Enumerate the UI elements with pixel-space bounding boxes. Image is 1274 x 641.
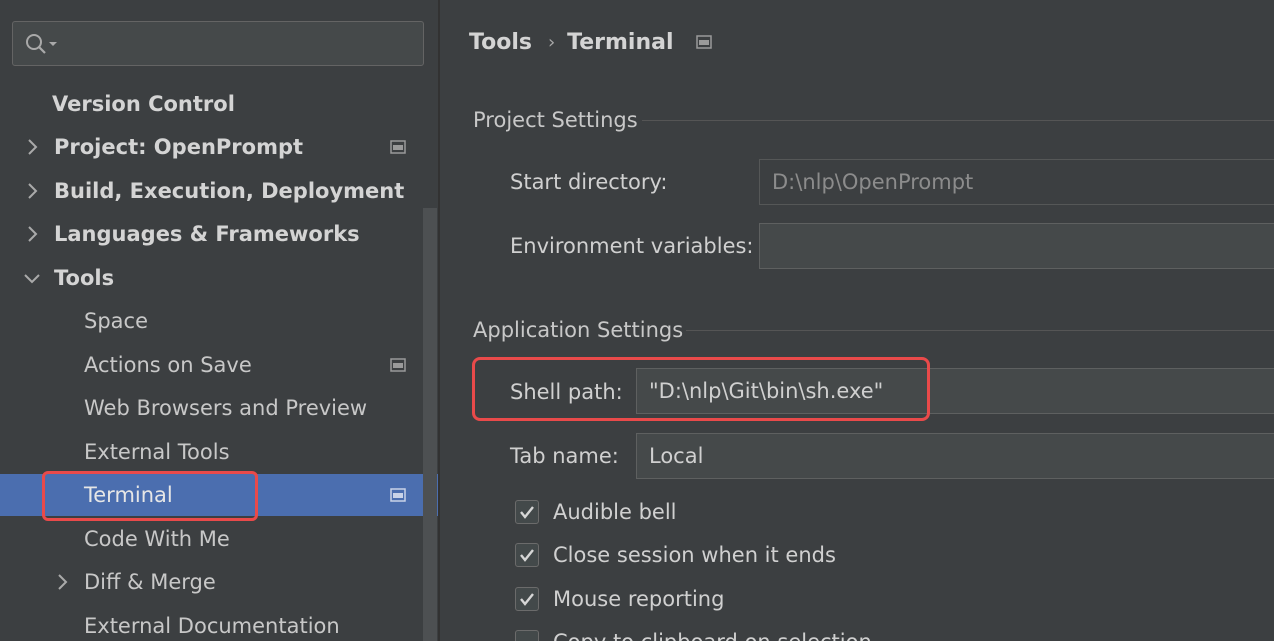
start-directory-label: Start directory: [510, 170, 668, 194]
sidebar-item-label: Version Control [52, 92, 235, 116]
sidebar-item-label: External Tools [84, 440, 230, 464]
mouse-reporting-label: Mouse reporting [553, 587, 725, 611]
section-divider [642, 120, 1274, 121]
close-session-label: Close session when it ends [553, 543, 836, 567]
project-scope-icon [390, 140, 406, 154]
shell-path-highlight-box [472, 357, 930, 421]
audible-bell-option[interactable]: Audible bell [515, 497, 677, 527]
close-session-option[interactable]: Close session when it ends [515, 540, 836, 570]
sidebar-item-label: Space [84, 309, 148, 333]
sidebar-item-label: Diff & Merge [84, 570, 216, 594]
sidebar-item-label: Actions on Save [84, 353, 252, 377]
sidebar-item-label: External Documentation [84, 614, 340, 638]
sidebar-item-project[interactable]: Project: OpenPrompt [0, 126, 438, 168]
section-divider [686, 330, 1274, 331]
sidebar-scrollbar[interactable] [423, 208, 437, 641]
sidebar-item-label: Web Browsers and Preview [84, 396, 368, 420]
chevron-right-icon[interactable] [22, 181, 42, 201]
mouse-reporting-checkbox[interactable] [515, 587, 539, 611]
sidebar-item-external-tools[interactable]: External Tools [0, 431, 438, 473]
checkmark-icon [520, 549, 534, 562]
project-scope-icon [695, 35, 712, 49]
tab-name-label: Tab name: [510, 444, 619, 468]
settings-dialog: Version Control Project: OpenPrompt Buil… [0, 0, 1274, 641]
search-input[interactable] [65, 30, 419, 60]
chevron-down-icon[interactable] [22, 268, 42, 288]
sidebar-item-label: Languages & Frameworks [54, 222, 360, 246]
environment-variables-label: Environment variables: [510, 234, 754, 258]
chevron-right-icon[interactable] [22, 137, 42, 157]
terminal-highlight-box [42, 471, 258, 521]
copy-on-selection-option[interactable]: Copy to clipboard on selection [515, 627, 872, 641]
settings-content: Tools › Terminal Project Settings Start … [440, 0, 1274, 641]
checkmark-icon [520, 506, 534, 519]
sidebar-item-tools[interactable]: Tools [0, 257, 438, 299]
sidebar-item-diff-merge[interactable]: Diff & Merge [0, 561, 438, 603]
sidebar-item-label: Code With Me [84, 527, 230, 551]
start-directory-field[interactable]: D:\nlp\OpenPrompt [759, 159, 1274, 205]
audible-bell-checkbox[interactable] [515, 500, 539, 524]
mouse-reporting-option[interactable]: Mouse reporting [515, 584, 724, 614]
sidebar-item-label: Project: OpenPrompt [54, 135, 304, 159]
tab-name-field[interactable]: Local [636, 433, 1274, 479]
project-settings-title: Project Settings [473, 108, 638, 132]
settings-sidebar: Version Control Project: OpenPrompt Buil… [0, 0, 440, 641]
close-session-checkbox[interactable] [515, 543, 539, 567]
sidebar-item-label: Tools [54, 266, 115, 290]
sidebar-item-languages[interactable]: Languages & Frameworks [0, 213, 438, 255]
sidebar-item-space[interactable]: Space [0, 300, 438, 342]
breadcrumb: Tools › Terminal [469, 24, 712, 60]
checkmark-icon [520, 593, 534, 606]
search-box[interactable] [12, 21, 424, 66]
breadcrumb-current: Terminal [567, 29, 674, 55]
sidebar-item-version-control[interactable]: Version Control [0, 83, 438, 125]
project-scope-icon [390, 488, 406, 502]
application-settings-title: Application Settings [473, 318, 684, 342]
copy-on-selection-checkbox[interactable] [515, 630, 539, 641]
sidebar-item-code-with-me[interactable]: Code With Me [0, 518, 438, 560]
sidebar-item-actions-on-save[interactable]: Actions on Save [0, 344, 438, 386]
environment-variables-field[interactable] [759, 223, 1274, 269]
sidebar-item-web-browsers[interactable]: Web Browsers and Preview [0, 387, 438, 429]
copy-on-selection-label: Copy to clipboard on selection [553, 630, 872, 641]
audible-bell-label: Audible bell [553, 500, 677, 524]
search-icon [26, 34, 57, 54]
sidebar-item-label: Build, Execution, Deployment [54, 179, 405, 203]
sidebar-item-external-documentation[interactable]: External Documentation [0, 605, 438, 641]
breadcrumb-separator: › [547, 31, 556, 53]
breadcrumb-parent[interactable]: Tools [469, 30, 532, 55]
chevron-right-icon[interactable] [52, 572, 72, 592]
project-scope-icon [390, 358, 406, 372]
chevron-right-icon[interactable] [22, 224, 42, 244]
sidebar-item-build[interactable]: Build, Execution, Deployment [0, 170, 438, 212]
